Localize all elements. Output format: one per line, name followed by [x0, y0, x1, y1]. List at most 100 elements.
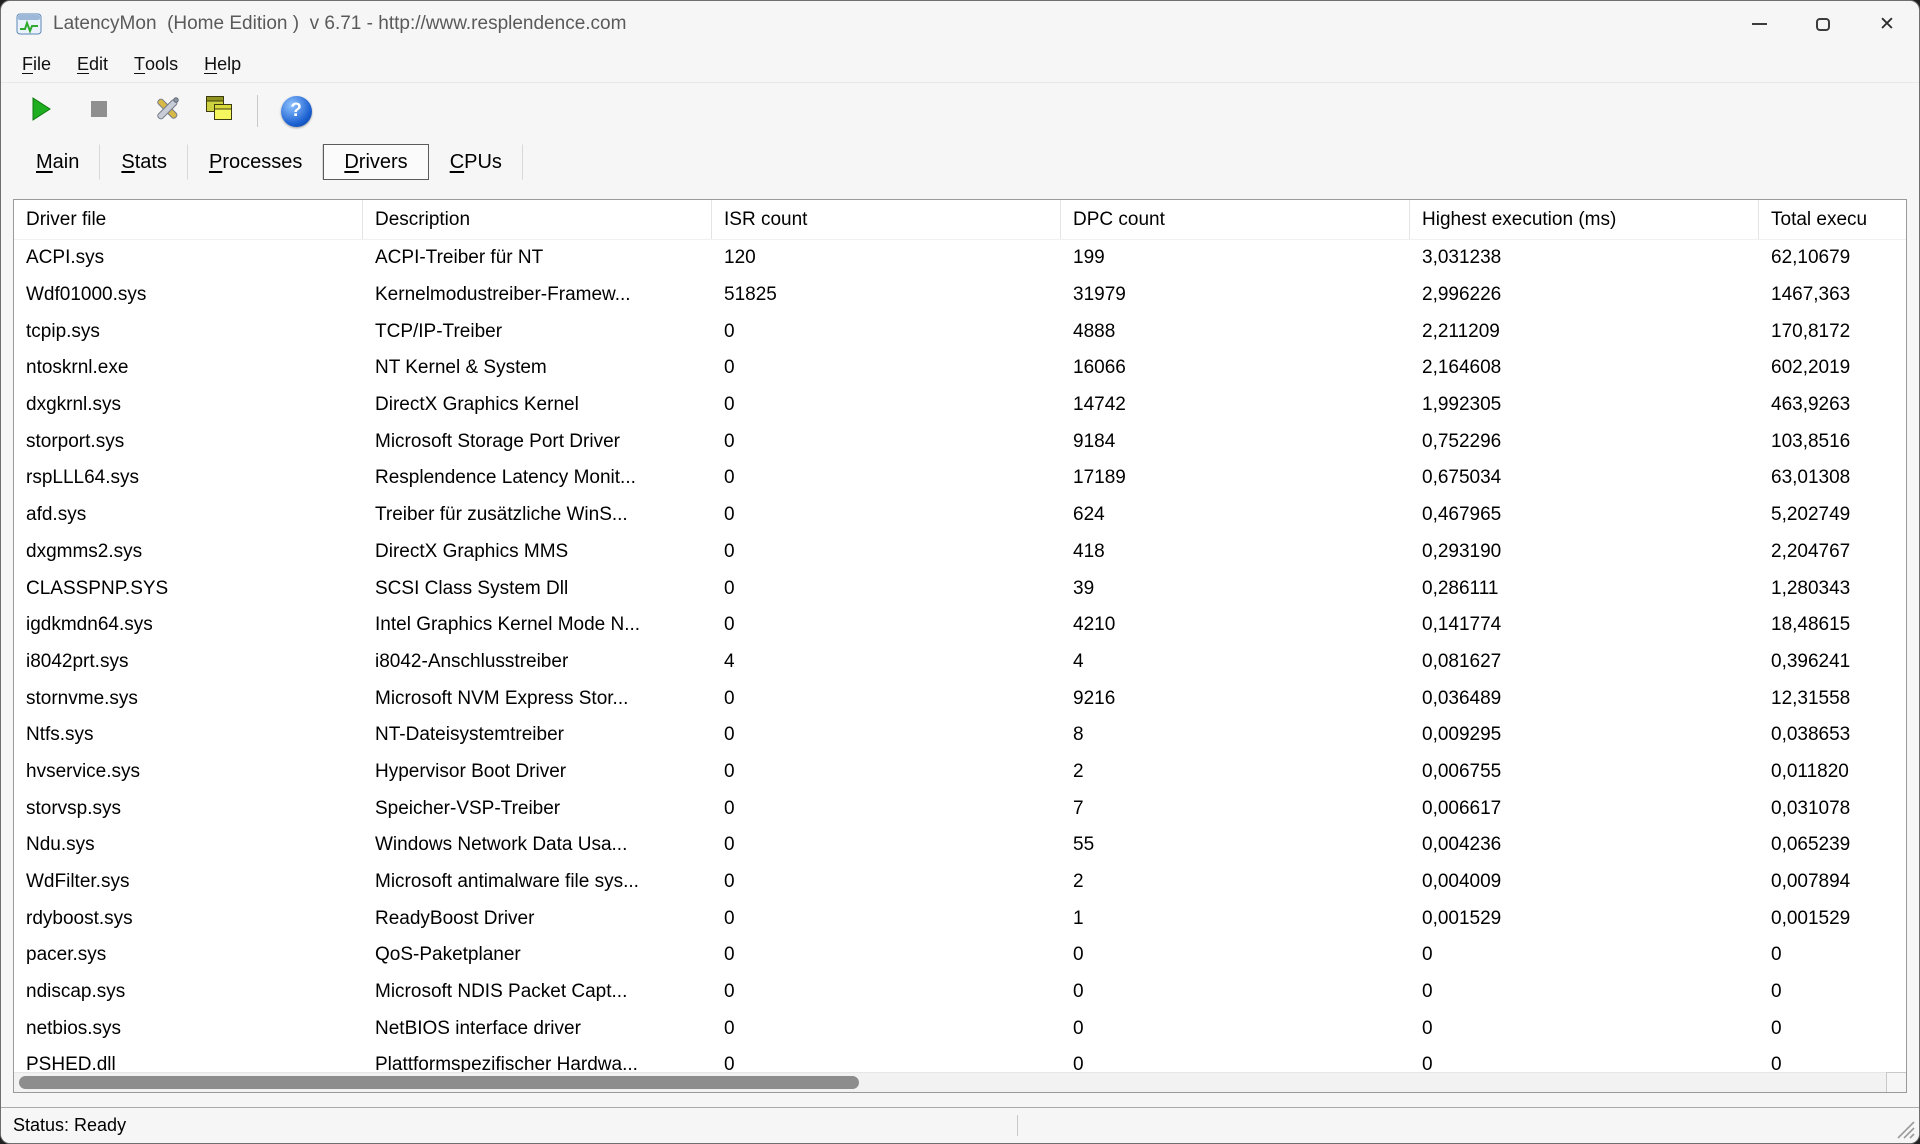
horizontal-scrollbar[interactable]: [14, 1072, 1906, 1092]
horizontal-scrollbar-thumb[interactable]: [19, 1076, 859, 1089]
table-row[interactable]: Ntfs.sys NT-Dateisystemtreiber 0 8 0,009295 0…: [14, 717, 1906, 754]
processes-window-button[interactable]: [197, 89, 241, 133]
titlebar[interactable]: LatencyMon (Home Edition ) v 6.71 - http…: [1, 1, 1919, 47]
table-row[interactable]: dxgmms2.sys DirectX Graphics MMS 0 418 0,293…: [14, 534, 1906, 571]
cell-description: TCP/IP-Treiber: [375, 320, 503, 342]
cell-highest_execution_ms: 3,031238: [1422, 247, 1502, 269]
table-row[interactable]: i8042prt.sys i8042-Anschlusstreiber 4 4 0,08…: [14, 644, 1906, 681]
cell-total_execution: 0,007894: [1771, 871, 1851, 893]
menu-file[interactable]: File: [9, 47, 64, 82]
cascade-windows-icon: [204, 94, 234, 128]
cell-dpc_count: 8: [1073, 724, 1084, 746]
cell-description: Windows Network Data Usa...: [375, 834, 628, 856]
table-header: Driver file Description ISR count DPC co…: [14, 200, 1906, 240]
table-row[interactable]: tcpip.sys TCP/IP-Treiber 0 4888 2,211209 170,…: [14, 313, 1906, 350]
help-icon: ?: [280, 95, 312, 127]
window-title: LatencyMon (Home Edition ) v 6.71 - http…: [53, 13, 627, 34]
column-header-driver-file[interactable]: Driver file: [14, 200, 363, 239]
cell-highest_execution_ms: 0: [1422, 1017, 1433, 1039]
table-row[interactable]: netbios.sys NetBIOS interface driver 0 0 0 0: [14, 1010, 1906, 1047]
table-row[interactable]: rdyboost.sys ReadyBoost Driver 0 1 0,001529 0…: [14, 900, 1906, 937]
cell-driver_file: rspLLL64.sys: [26, 467, 140, 489]
table-row[interactable]: storport.sys Microsoft Storage Port Drive…: [14, 423, 1906, 460]
cell-dpc_count: 2: [1073, 760, 1084, 782]
cell-isr_count: 4: [724, 650, 735, 672]
minimize-icon: [1751, 23, 1767, 25]
table-row[interactable]: pacer.sys QoS-Paketplaner 0 0 0 0: [14, 937, 1906, 974]
cell-isr_count: 0: [724, 540, 735, 562]
table-row[interactable]: hvservice.sys Hypervisor Boot Driver 0 2 0,0…: [14, 754, 1906, 791]
cell-dpc_count: 2: [1073, 871, 1084, 893]
cell-total_execution: 5,202749: [1771, 504, 1851, 526]
menu-tools[interactable]: Tools: [121, 47, 191, 82]
column-header-description[interactable]: Description: [363, 200, 712, 239]
cell-description: QoS-Paketplaner: [375, 944, 521, 966]
close-button[interactable]: ✕: [1855, 1, 1919, 47]
column-header-isr-count[interactable]: ISR count: [712, 200, 1061, 239]
table-row[interactable]: dxgkrnl.sys DirectX Graphics Kernel 0 14742…: [14, 387, 1906, 424]
cell-highest_execution_ms: 0: [1422, 944, 1433, 966]
table-row[interactable]: afd.sys Treiber für zusätzliche WinS... 0 6…: [14, 497, 1906, 534]
column-header-highest-execution[interactable]: Highest execution (ms): [1410, 200, 1759, 239]
cell-dpc_count: 39: [1073, 577, 1095, 599]
table-row[interactable]: ACPI.sys ACPI-Treiber für NT 120 199 3,03123…: [14, 240, 1906, 277]
cell-driver_file: Ntfs.sys: [26, 724, 94, 746]
cell-isr_count: 0: [724, 797, 735, 819]
cell-driver_file: tcpip.sys: [26, 320, 100, 342]
cell-isr_count: 0: [724, 687, 735, 709]
cell-driver_file: CLASSPNP.SYS: [26, 577, 169, 599]
cell-driver_file: rdyboost.sys: [26, 907, 133, 929]
tab-processes[interactable]: Processes: [188, 144, 324, 180]
table-row[interactable]: ntoskrnl.exe NT Kernel & System 0 16066 2,16…: [14, 350, 1906, 387]
tab-drivers[interactable]: Drivers: [323, 144, 429, 180]
table-row[interactable]: WdFilter.sys Microsoft antimalware file s…: [14, 864, 1906, 901]
cell-dpc_count: 31979: [1073, 284, 1126, 306]
table-row[interactable]: Ndu.sys Windows Network Data Usa... 0 55 0,0…: [14, 827, 1906, 864]
cell-driver_file: dxgkrnl.sys: [26, 394, 122, 416]
table-row[interactable]: storvsp.sys Speicher-VSP-Treiber 0 7 0,00661…: [14, 790, 1906, 827]
drivers-table: Driver file Description ISR count DPC co…: [13, 199, 1907, 1093]
tab-stats[interactable]: Stats: [100, 144, 188, 180]
cell-description: Speicher-VSP-Treiber: [375, 797, 561, 819]
table-row[interactable]: stornvme.sys Microsoft NVM Express Stor..…: [14, 680, 1906, 717]
tab-cpus[interactable]: C PUs: [429, 144, 523, 180]
cell-highest_execution_ms: 0,286111: [1422, 577, 1499, 599]
start-monitor-button[interactable]: [19, 89, 63, 133]
menu-edit[interactable]: Edit: [64, 47, 121, 82]
cell-isr_count: 0: [724, 357, 735, 379]
cell-highest_execution_ms: 0,004009: [1422, 871, 1502, 893]
cell-highest_execution_ms: 0,293190: [1422, 540, 1502, 562]
menu-help[interactable]: Help: [191, 47, 254, 82]
tab-main[interactable]: Main: [15, 144, 101, 180]
maximize-icon: [1816, 17, 1830, 31]
cell-highest_execution_ms: 0,036489: [1422, 687, 1502, 709]
column-header-dpc-count[interactable]: DPC count: [1061, 200, 1410, 239]
cell-driver_file: pacer.sys: [26, 944, 107, 966]
cell-highest_execution_ms: 0,467965: [1422, 504, 1502, 526]
cell-description: Microsoft NVM Express Stor...: [375, 687, 629, 709]
table-row[interactable]: rspLLL64.sys Resplendence Latency Monit..…: [14, 460, 1906, 497]
cell-highest_execution_ms: 0,006755: [1422, 760, 1502, 782]
stop-icon: [88, 98, 110, 125]
cell-total_execution: 0,065239: [1771, 834, 1851, 856]
table-row[interactable]: CLASSPNP.SYS SCSI Class System Dll 0 39 0,28…: [14, 570, 1906, 607]
cell-total_execution: 103,8516: [1771, 430, 1851, 452]
stop-monitor-button[interactable]: [77, 89, 121, 133]
minimize-button[interactable]: [1727, 1, 1791, 47]
resize-grip[interactable]: [1894, 1118, 1916, 1140]
table-row[interactable]: Wdf01000.sys Kernelmodustreiber-Framew...…: [14, 277, 1906, 314]
cell-dpc_count: 0: [1073, 981, 1084, 1003]
options-button[interactable]: [145, 89, 189, 133]
cell-total_execution: 18,48615: [1771, 614, 1851, 636]
table-row[interactable]: igdkmdn64.sys Intel Graphics Kernel Mode …: [14, 607, 1906, 644]
help-button[interactable]: ?: [274, 89, 318, 133]
cell-total_execution: 1,280343: [1771, 577, 1851, 599]
cell-isr_count: 0: [724, 724, 735, 746]
cell-dpc_count: 0: [1073, 944, 1084, 966]
cell-total_execution: 463,9263: [1771, 394, 1851, 416]
cell-driver_file: hvservice.sys: [26, 760, 141, 782]
table-row[interactable]: ndiscap.sys Microsoft NDIS Packet Capt...…: [14, 974, 1906, 1011]
cell-description: Microsoft antimalware file sys...: [375, 871, 639, 893]
column-header-total-execution[interactable]: Total execu: [1759, 200, 1906, 239]
maximize-button[interactable]: [1791, 1, 1855, 47]
